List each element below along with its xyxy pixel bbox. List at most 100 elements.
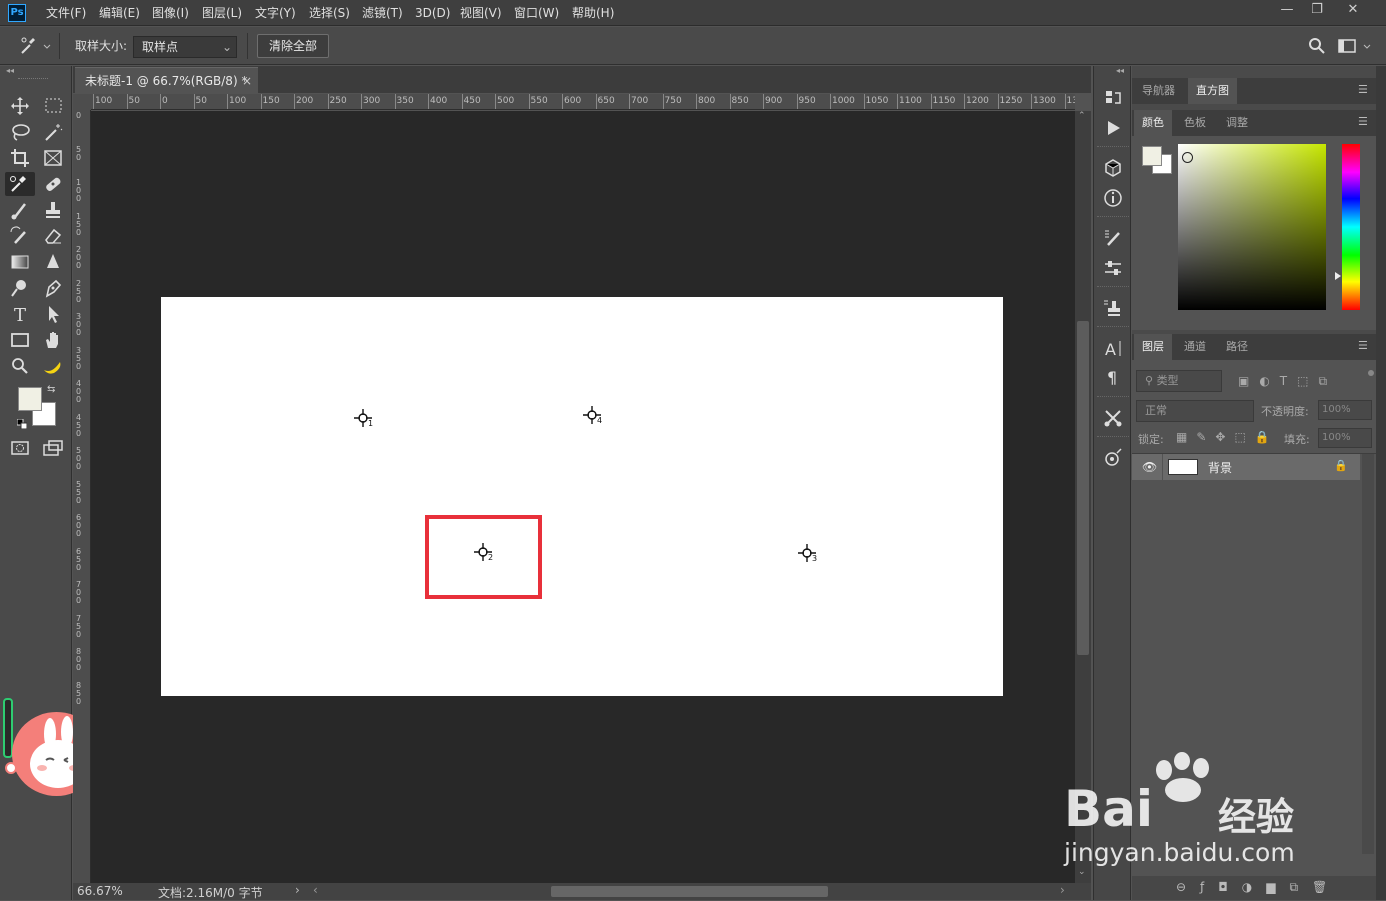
lasso-tool-icon[interactable] — [7, 120, 33, 144]
tab-color[interactable]: 颜色 — [1134, 110, 1172, 136]
default-colors-icon[interactable] — [16, 418, 28, 430]
brush-tool-icon[interactable] — [7, 198, 33, 222]
lock-icons[interactable]: ▦✎✥⬚🔒 — [1176, 430, 1279, 444]
eraser-tool-icon[interactable] — [40, 224, 66, 248]
tab-channels[interactable]: 通道 — [1176, 334, 1214, 360]
workspace-switcher-icon[interactable] — [1338, 37, 1374, 55]
frame-tool-icon[interactable] — [40, 146, 66, 170]
status-menu-arrow-icon[interactable]: › — [295, 883, 300, 897]
banana-plugin-icon[interactable] — [40, 354, 66, 378]
clear-all-button[interactable]: 清除全部 — [257, 34, 329, 58]
minimize-button[interactable]: — — [1272, 0, 1302, 20]
menu-type[interactable]: 文字(Y) — [255, 0, 296, 26]
close-button[interactable]: ✕ — [1336, 0, 1370, 20]
restore-button[interactable]: ❐ — [1302, 0, 1332, 20]
paragraph-panel-icon[interactable]: ¶ — [1103, 366, 1123, 387]
tab-navigator[interactable]: 导航器 — [1134, 78, 1183, 104]
character-panel-icon[interactable]: A — [1103, 338, 1123, 359]
opacity-input[interactable]: 100% — [1318, 400, 1372, 420]
menu-edit[interactable]: 编辑(E) — [99, 0, 140, 26]
color-sampler-1[interactable]: 1 — [352, 407, 374, 429]
foreground-color-swatch[interactable] — [18, 387, 42, 411]
layer-filter-icons[interactable]: ▣◐T⬚⧉ — [1238, 374, 1337, 389]
tab-paths[interactable]: 路径 — [1218, 334, 1256, 360]
document-canvas[interactable] — [161, 297, 1003, 696]
magic-wand-tool-icon[interactable] — [40, 120, 66, 144]
pen-tool-icon[interactable] — [40, 276, 66, 300]
color-picker-handle[interactable] — [1182, 152, 1193, 163]
screen-mode-icon[interactable] — [40, 436, 66, 460]
fill-input[interactable]: 100% — [1318, 428, 1372, 448]
color-sampler-3[interactable]: 3 — [796, 542, 818, 564]
blend-mode-select[interactable]: 正常 — [1136, 400, 1254, 422]
gradient-tool-icon[interactable] — [7, 250, 33, 274]
menu-3d[interactable]: 3D(D) — [415, 0, 450, 26]
layers-scrollbar[interactable] — [1362, 454, 1374, 854]
vertical-scroll-thumb[interactable] — [1077, 321, 1089, 655]
document-tab[interactable]: 未标题-1 @ 66.7%(RGB/8) * × — [75, 67, 258, 93]
actions-play-icon[interactable] — [1103, 118, 1123, 138]
hand-tool-icon[interactable] — [40, 328, 66, 352]
rectangle-tool-icon[interactable] — [7, 328, 33, 352]
search-icon[interactable] — [1308, 37, 1326, 55]
clone-stamp-tool-icon[interactable] — [40, 198, 66, 222]
menu-help[interactable]: 帮助(H) — [572, 0, 614, 26]
type-tool-icon[interactable]: T — [7, 302, 33, 326]
close-tab-icon[interactable]: × — [242, 68, 252, 94]
hue-slider-handle[interactable] — [1335, 272, 1341, 280]
menu-window[interactable]: 窗口(W) — [514, 0, 559, 26]
zoom-level[interactable]: 66.67% — [77, 884, 123, 898]
scroll-up-icon[interactable]: ⌃ — [1078, 111, 1086, 121]
layer-filter-select[interactable]: ⚲ 类型 — [1136, 370, 1222, 392]
scroll-left-icon[interactable]: ‹ — [313, 883, 318, 897]
properties-icon[interactable] — [1103, 448, 1123, 468]
path-selection-tool-icon[interactable] — [40, 302, 66, 326]
tool-presets-icon[interactable] — [1103, 408, 1123, 428]
dodge-tool-icon[interactable] — [7, 276, 33, 300]
brush-presets-icon[interactable] — [1103, 228, 1123, 248]
info-icon[interactable] — [1103, 188, 1123, 208]
tab-adjustments[interactable]: 调整 — [1218, 110, 1256, 136]
menu-filter[interactable]: 滤镜(T) — [362, 0, 403, 26]
panel-menu-icon[interactable]: ☰ — [1358, 340, 1370, 352]
layer-action-icons[interactable]: ⊖ƒ◘◑▆⧉🗑 — [1176, 880, 1341, 895]
history-brush-tool-icon[interactable] — [7, 224, 33, 248]
color-sampler-4[interactable]: 4 — [581, 404, 603, 426]
scroll-right-icon[interactable]: › — [1060, 883, 1065, 897]
layer-row-background[interactable]: 👁 背景 🔒 — [1132, 454, 1360, 480]
sample-size-select[interactable]: 取样点 ⌄ — [133, 36, 237, 58]
clone-source-icon[interactable] — [1103, 298, 1123, 318]
expand-icon[interactable]: ◂◂ — [1116, 66, 1124, 75]
swap-colors-icon[interactable]: ⇆ — [47, 384, 55, 395]
tab-layers[interactable]: 图层 — [1134, 334, 1172, 360]
crop-tool-icon[interactable] — [7, 146, 33, 170]
marquee-tool-icon[interactable] — [40, 94, 66, 118]
quick-mask-icon[interactable] — [7, 436, 33, 460]
zoom-tool-icon[interactable] — [7, 354, 33, 378]
brush-settings-icon[interactable] — [1103, 258, 1123, 278]
menu-layer[interactable]: 图层(L) — [202, 0, 242, 26]
panel-menu-icon[interactable]: ☰ — [1358, 84, 1370, 96]
menu-select[interactable]: 选择(S) — [309, 0, 350, 26]
collapse-icon[interactable]: ◂◂ — [6, 66, 14, 75]
menu-file[interactable]: 文件(F) — [46, 0, 86, 26]
history-panel-icon[interactable] — [1103, 88, 1123, 108]
blur-tool-icon[interactable] — [40, 250, 66, 274]
healing-brush-tool-icon[interactable] — [40, 172, 66, 196]
tab-swatches[interactable]: 色板 — [1176, 110, 1214, 136]
menu-view[interactable]: 视图(V) — [460, 0, 502, 26]
tab-histogram[interactable]: 直方图 — [1188, 78, 1237, 104]
panel-foreground-swatch[interactable] — [1142, 146, 1162, 166]
3d-panel-icon[interactable] — [1103, 158, 1123, 178]
color-sampler-tool-icon[interactable] — [5, 172, 35, 196]
layer-name[interactable]: 背景 — [1208, 459, 1232, 476]
hue-slider[interactable] — [1342, 144, 1360, 310]
filter-toggle-icon[interactable] — [1368, 370, 1374, 376]
menu-image[interactable]: 图像(I) — [152, 0, 189, 26]
color-sampler-tool-preset-icon[interactable] — [16, 35, 51, 57]
move-tool-icon[interactable] — [7, 94, 33, 118]
color-field[interactable] — [1178, 144, 1326, 310]
panel-menu-icon[interactable]: ☰ — [1358, 116, 1370, 128]
horizontal-scroll-thumb[interactable] — [551, 886, 828, 897]
eye-icon[interactable]: 👁 — [1142, 460, 1157, 474]
